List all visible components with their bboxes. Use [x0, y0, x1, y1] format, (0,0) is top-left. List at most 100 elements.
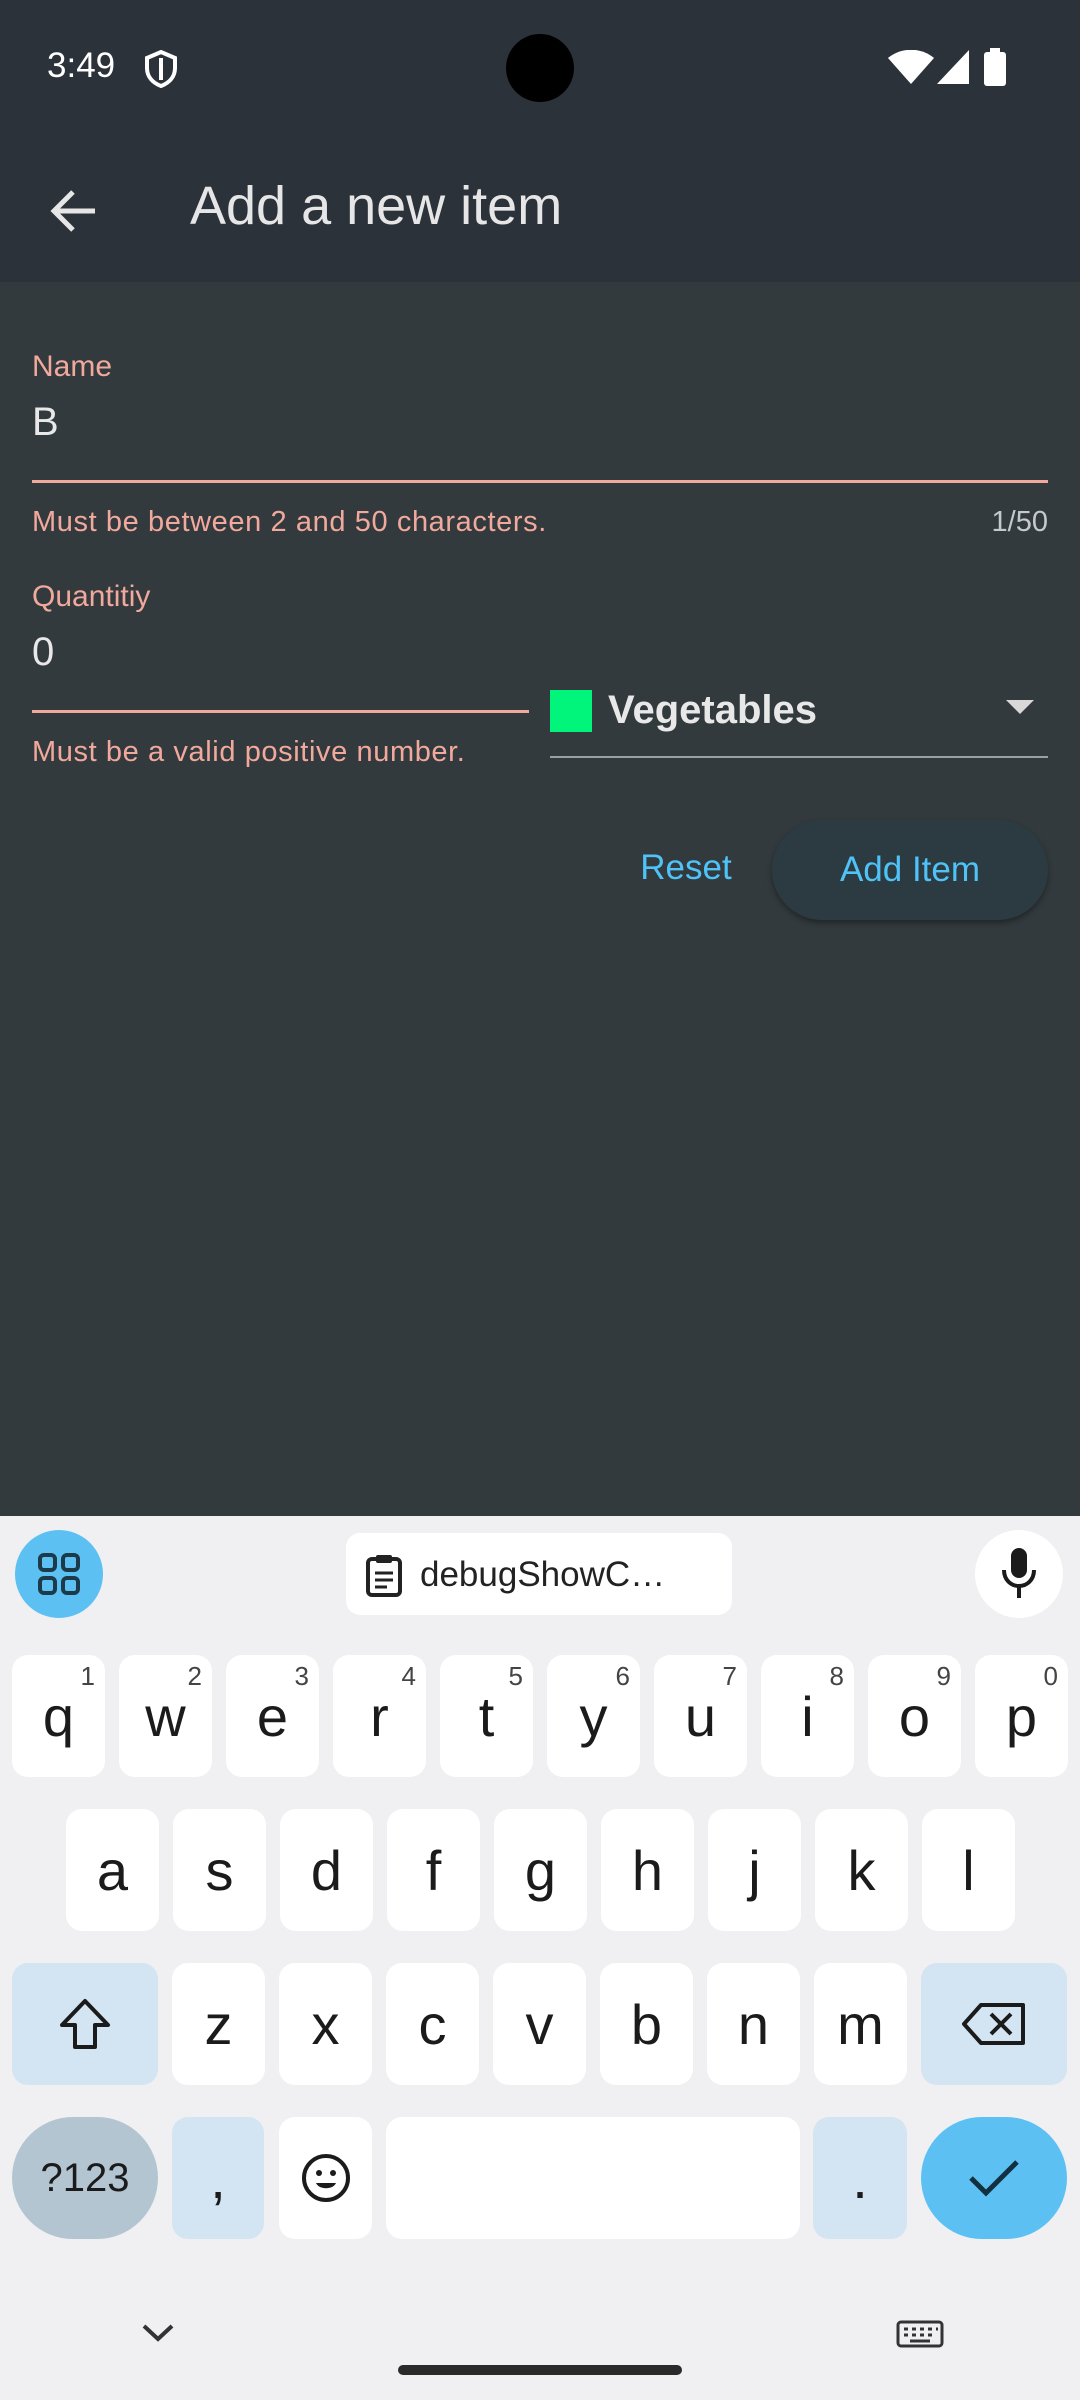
- key-v[interactable]: v: [493, 1963, 586, 2085]
- key-p[interactable]: p0: [975, 1655, 1068, 1777]
- backspace-key[interactable]: [921, 1963, 1067, 2085]
- key-label: d: [310, 1838, 343, 1902]
- key-label: j: [748, 1838, 761, 1902]
- key-label: i: [801, 1684, 814, 1748]
- period-key[interactable]: .: [813, 2117, 907, 2239]
- keyboard-switch-icon[interactable]: [896, 2320, 944, 2348]
- key-hint: 8: [829, 1661, 844, 1691]
- key-label: f: [425, 1838, 442, 1902]
- name-input-underline: [32, 480, 1048, 483]
- key-m[interactable]: m: [814, 1963, 907, 2085]
- clipboard-suggestion-chip[interactable]: debugShowC…: [346, 1533, 732, 1615]
- key-label: p: [1005, 1684, 1038, 1748]
- key-d[interactable]: d: [280, 1809, 373, 1931]
- symbols-key[interactable]: ?123: [12, 2117, 158, 2239]
- name-input[interactable]: B: [32, 400, 59, 445]
- comma-key[interactable]: ,: [172, 2117, 264, 2239]
- add-item-button[interactable]: Add Item: [772, 820, 1048, 920]
- key-hint: 5: [508, 1661, 523, 1691]
- emoji-key[interactable]: [279, 2117, 372, 2239]
- key-label: s: [205, 1838, 234, 1902]
- arrow-back-icon: [50, 190, 95, 232]
- clipboard-icon: [366, 1555, 402, 1597]
- key-u[interactable]: u7: [654, 1655, 747, 1777]
- key-label: q: [42, 1684, 75, 1748]
- key-label: o: [898, 1684, 931, 1748]
- name-label: Name: [32, 350, 113, 383]
- back-button[interactable]: [28, 171, 118, 251]
- app-bar: Add a new item: [0, 135, 1080, 282]
- key-hint: 9: [936, 1661, 951, 1691]
- key-b[interactable]: b: [600, 1963, 693, 2085]
- key-a[interactable]: a: [66, 1809, 159, 1931]
- key-label: r: [370, 1684, 389, 1748]
- shift-key[interactable]: [12, 1963, 158, 2085]
- category-color-swatch: [550, 690, 592, 732]
- key-t[interactable]: t5: [440, 1655, 533, 1777]
- battery-icon: [984, 48, 1006, 86]
- key-label: u: [684, 1684, 717, 1748]
- check-icon: [969, 2160, 1019, 2197]
- soft-keyboard: debugShowC… q1w2e3r4t5y6u7i8o9p0 asdfghj…: [0, 1516, 1080, 2400]
- key-label: g: [524, 1838, 557, 1902]
- reset-button[interactable]: Reset: [616, 848, 756, 888]
- key-j[interactable]: j: [708, 1809, 801, 1931]
- apps-grid-icon: [38, 1553, 80, 1595]
- quantity-label: Quantitiy: [32, 580, 151, 613]
- key-hint: 2: [187, 1661, 202, 1691]
- key-label: v: [525, 1992, 554, 2056]
- vpn-shield-icon: [145, 50, 177, 88]
- emoji-icon: [301, 2154, 350, 2202]
- key-s[interactable]: s: [173, 1809, 266, 1931]
- gesture-navigation-handle[interactable]: [398, 2365, 682, 2375]
- key-f[interactable]: f: [387, 1809, 480, 1931]
- space-bar[interactable]: [386, 2117, 800, 2239]
- add-item-form: Name B Must be between 2 and 50 characte…: [0, 282, 1080, 1516]
- keyboard-apps-button[interactable]: [15, 1530, 103, 1618]
- voice-input-button[interactable]: [975, 1530, 1063, 1618]
- key-label: m: [837, 1992, 884, 2056]
- page-title: Add a new item: [190, 176, 563, 236]
- key-label: a: [96, 1838, 129, 1902]
- key-label: t: [478, 1684, 495, 1748]
- key-r[interactable]: r4: [333, 1655, 426, 1777]
- key-hint: 3: [294, 1661, 309, 1691]
- key-label: z: [204, 1992, 233, 2056]
- status-bar: 3:49: [0, 0, 1080, 135]
- done-key[interactable]: [921, 2117, 1067, 2239]
- key-hint: 0: [1043, 1661, 1058, 1691]
- key-hint: 4: [401, 1661, 416, 1691]
- key-label: c: [418, 1992, 447, 2056]
- key-hint: 7: [722, 1661, 737, 1691]
- hide-keyboard-chevron-icon[interactable]: [140, 2322, 176, 2344]
- name-char-counter: 1/50: [991, 506, 1048, 538]
- key-o[interactable]: o9: [868, 1655, 961, 1777]
- key-x[interactable]: x: [279, 1963, 372, 2085]
- category-dropdown[interactable]: Vegetables: [550, 682, 1048, 758]
- key-k[interactable]: k: [815, 1809, 908, 1931]
- key-label: h: [631, 1838, 664, 1902]
- quantity-error-text: Must be a valid positive number.: [32, 736, 466, 768]
- key-n[interactable]: n: [707, 1963, 800, 2085]
- dropdown-arrow-icon: [1006, 700, 1034, 714]
- clipboard-text: debugShowC…: [420, 1555, 666, 1594]
- key-g[interactable]: g: [494, 1809, 587, 1931]
- key-label: k: [847, 1838, 876, 1902]
- key-c[interactable]: c: [386, 1963, 479, 2085]
- key-z[interactable]: z: [172, 1963, 265, 2085]
- key-label: l: [962, 1838, 975, 1902]
- camera-cutout: [506, 34, 574, 102]
- key-h[interactable]: h: [601, 1809, 694, 1931]
- key-y[interactable]: y6: [547, 1655, 640, 1777]
- quantity-input[interactable]: 0: [32, 630, 54, 675]
- quantity-input-underline: [32, 710, 529, 713]
- category-selected-value: Vegetables: [608, 688, 818, 732]
- key-label: x: [311, 1992, 340, 2056]
- key-l[interactable]: l: [922, 1809, 1015, 1931]
- key-q[interactable]: q1: [12, 1655, 105, 1777]
- key-w[interactable]: w2: [119, 1655, 212, 1777]
- dropdown-underline: [550, 756, 1048, 758]
- key-i[interactable]: i8: [761, 1655, 854, 1777]
- microphone-icon: [1002, 1548, 1036, 1598]
- key-e[interactable]: e3: [226, 1655, 319, 1777]
